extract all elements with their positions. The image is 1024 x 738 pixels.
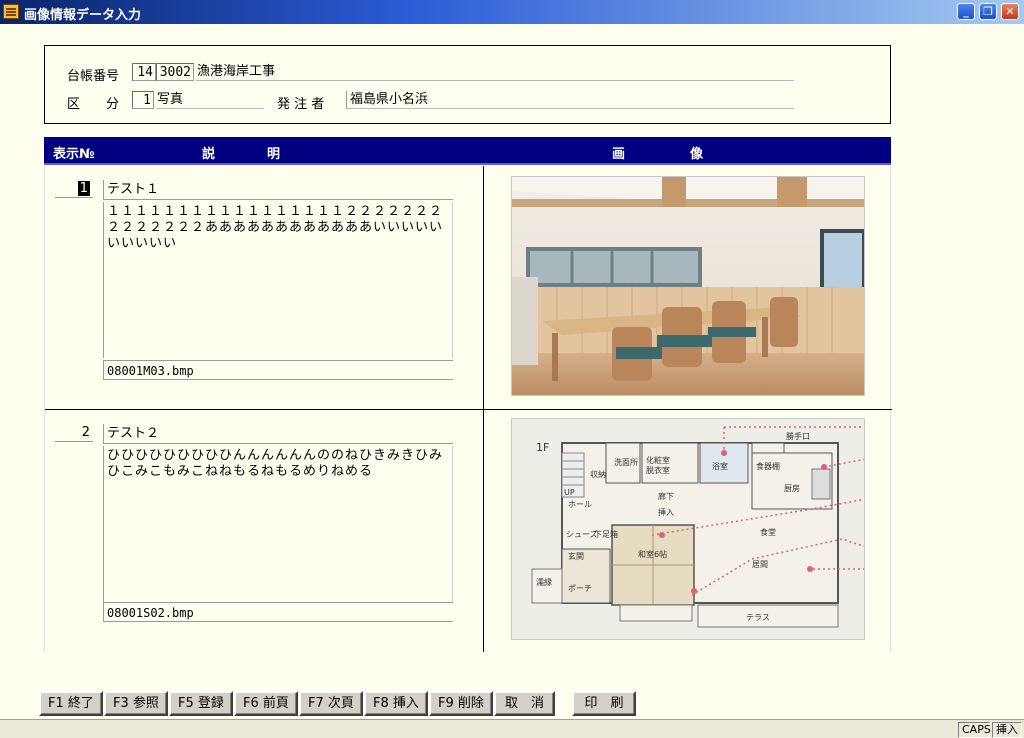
- f1-exit-button[interactable]: F1 終了: [39, 691, 103, 716]
- record-row: 1 テスト１ １１１１１１１１１１１１１１１１１２２２２２２２２２２２２２２ああ…: [45, 166, 892, 409]
- status-bar: CAPS 挿入: [0, 719, 1024, 738]
- svg-text:和室6帖: 和室6帖: [638, 549, 667, 559]
- column-header-description: 説 明: [202, 147, 281, 162]
- dining-room-image: [512, 177, 864, 395]
- category-name-field[interactable]: 写真: [156, 91, 264, 109]
- client-name-field[interactable]: 福島県小名浜: [346, 91, 794, 109]
- record-description-field[interactable]: ひひひひひひひひひんんんんんんののねひきみきひみひこみこもみこねねもるねもるめり…: [103, 446, 453, 602]
- svg-text:挿入: 挿入: [658, 507, 674, 517]
- f8-insert-button[interactable]: F8 挿入: [364, 691, 428, 716]
- f9-delete-button[interactable]: F9 削除: [429, 691, 493, 716]
- f5-register-button[interactable]: F5 登録: [169, 691, 233, 716]
- ledger-number-label: 台帳番号: [67, 69, 120, 84]
- minimize-button[interactable]: _: [957, 3, 975, 20]
- client-label: 発 注 者: [277, 97, 325, 112]
- svg-text:勝手口: 勝手口: [786, 431, 810, 441]
- category-code-field[interactable]: 1: [132, 91, 154, 109]
- window-title: 画像情報データ入力: [24, 8, 142, 23]
- f3-reference-button[interactable]: F3 参照: [104, 691, 168, 716]
- svg-text:ポーチ: ポーチ: [568, 584, 592, 593]
- svg-text:シューズ: シューズ: [566, 529, 598, 539]
- svg-text:洗面所: 洗面所: [614, 457, 638, 467]
- svg-text:化粧室: 化粧室: [646, 455, 670, 465]
- cancel-button[interactable]: 取 消: [494, 691, 555, 716]
- record-number-field[interactable]: 1: [55, 180, 93, 198]
- title-bar: 画像情報データ入力 _ ❐ ✕: [0, 0, 1024, 24]
- insert-mode-indicator: 挿入: [992, 722, 1022, 738]
- svg-text:収納: 収納: [590, 469, 606, 479]
- svg-text:居間: 居間: [752, 560, 768, 569]
- floor-plan-image[interactable]: 1F 勝手口 浴室 洗面所 化粧室 脱衣室 収納 廊下 食器棚 厨房 ホール U…: [511, 418, 865, 640]
- record-filename-field[interactable]: 08001S02.bmp: [103, 602, 453, 622]
- restore-button[interactable]: ❐: [979, 3, 997, 20]
- svg-text:廊下: 廊下: [658, 491, 674, 501]
- close-button[interactable]: ✕: [1001, 3, 1019, 20]
- svg-text:食堂: 食堂: [760, 527, 776, 537]
- ledger-prefix-field[interactable]: 14: [132, 63, 156, 81]
- floor-plan-drawing: 1F 勝手口 浴室 洗面所 化粧室 脱衣室 収納 廊下 食器棚 厨房 ホール U…: [512, 419, 864, 639]
- column-header-image: 画 像: [612, 147, 704, 162]
- caps-indicator: CAPS: [958, 722, 991, 738]
- svg-text:玄関: 玄関: [568, 551, 584, 561]
- record-filename-field[interactable]: 08001M03.bmp: [103, 360, 453, 380]
- ledger-number-field[interactable]: 3002: [156, 63, 194, 81]
- print-button[interactable]: 印 刷: [572, 691, 636, 716]
- record-row: 2 テスト２ ひひひひひひひひひんんんんんんののねひきみきひみひこみこもみこねね…: [45, 410, 892, 652]
- svg-text:濡縁: 濡縁: [536, 577, 552, 587]
- app-icon: [3, 4, 19, 19]
- svg-text:浴室: 浴室: [712, 461, 728, 471]
- record-title-field[interactable]: テスト１: [103, 180, 453, 200]
- svg-text:食器棚: 食器棚: [756, 461, 780, 471]
- svg-text:脱衣室: 脱衣室: [646, 465, 670, 475]
- header-panel: 台帳番号 14 3002 漁港海岸工事 区 分 1 写真 発 注 者 福島県小名…: [44, 45, 891, 124]
- floor-label: 1F: [536, 441, 549, 454]
- svg-text:ホール: ホール: [568, 500, 592, 509]
- record-number-field[interactable]: 2: [55, 424, 93, 442]
- records-area: 1 テスト１ １１１１１１１１１１１１１１１１１２２２２２２２２２２２２２２ああ…: [44, 166, 892, 652]
- column-header-no: 表示№: [53, 147, 95, 162]
- dining-room-photo[interactable]: [511, 176, 865, 396]
- table-header: 表示№ 説 明 画 像: [44, 137, 891, 165]
- record-title-field[interactable]: テスト２: [103, 424, 453, 444]
- svg-text:テラス: テラス: [746, 613, 770, 622]
- f6-prev-page-button[interactable]: F6 前頁: [234, 691, 298, 716]
- svg-text:厨房: 厨房: [784, 483, 800, 493]
- category-label: 区 分: [67, 97, 120, 112]
- svg-text:UP: UP: [564, 488, 575, 497]
- project-name-field[interactable]: 漁港海岸工事: [196, 63, 794, 81]
- record-description-field[interactable]: １１１１１１１１１１１１１１１１１２２２２２２２２２２２２２２あああああああああ…: [103, 202, 453, 358]
- f7-next-page-button[interactable]: F7 次頁: [299, 691, 363, 716]
